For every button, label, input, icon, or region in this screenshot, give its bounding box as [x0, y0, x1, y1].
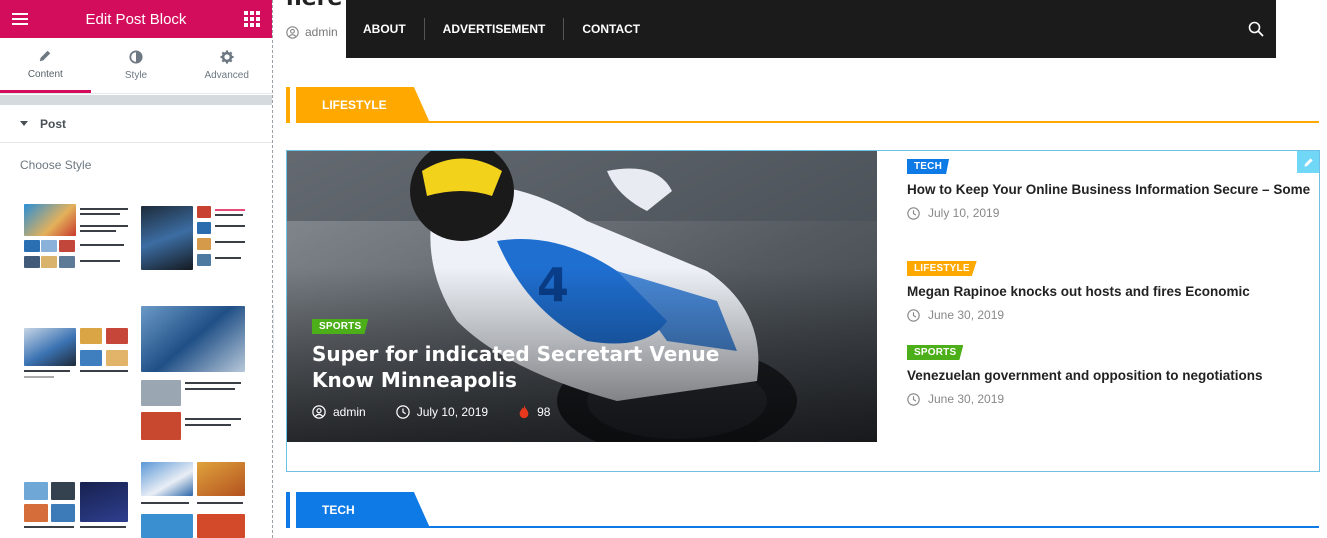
style-option-3[interactable]	[24, 328, 130, 384]
hero-post[interactable]: 4 SPORTS Super for indicated Secretart V…	[287, 151, 877, 442]
side-post-date: June 30, 2019	[928, 308, 1005, 322]
style-option-4[interactable]	[141, 306, 247, 442]
gear-icon	[220, 50, 234, 64]
tab-advanced-label: Advanced	[204, 70, 249, 81]
menu-icon[interactable]	[12, 10, 28, 28]
user-icon	[286, 25, 299, 39]
style-option-1[interactable]	[24, 204, 130, 270]
section-post-toggle[interactable]: Post	[0, 105, 272, 143]
widgets-grid-icon[interactable]	[243, 11, 260, 27]
edit-widget-button[interactable]	[1297, 151, 1319, 173]
side-post-category-badge[interactable]: SPORTS	[907, 345, 964, 360]
section-heading-lifestyle-label[interactable]: LIFESTYLE	[296, 87, 430, 123]
panel-header: Edit Post Block	[0, 0, 272, 38]
nav-advertisement[interactable]: ADVERTISEMENT	[425, 18, 565, 40]
editor-panel: Edit Post Block Content Style Advanced P…	[0, 0, 273, 538]
clock-icon	[395, 405, 410, 419]
hero-image: 4	[287, 151, 877, 442]
side-post-title[interactable]: Venezuelan government and opposition to …	[907, 367, 1312, 385]
side-post-date-row: June 30, 2019	[907, 308, 1312, 322]
flame-icon	[519, 405, 529, 419]
tab-style[interactable]: Style	[91, 38, 182, 93]
panel-title: Edit Post Block	[85, 10, 187, 28]
clock-icon	[907, 392, 920, 406]
tab-style-label: Style	[124, 70, 148, 81]
pencil-icon	[1303, 157, 1313, 167]
side-post[interactable]: LIFESTYLE Megan Rapinoe knocks out hosts…	[907, 258, 1312, 322]
tab-content-label: Content	[27, 68, 63, 80]
side-post-title[interactable]: Megan Rapinoe knocks out hosts and fires…	[907, 283, 1312, 301]
section-heading-lifestyle: LIFESTYLE	[286, 87, 1319, 123]
pencil-icon	[40, 50, 51, 61]
post-block[interactable]: 4 SPORTS Super for indicated Secretart V…	[286, 150, 1320, 472]
side-post-date: June 30, 2019	[928, 392, 1005, 406]
section-heading-tech: TECH	[286, 492, 1319, 528]
side-post-date: July 10, 2019	[928, 206, 1000, 220]
caret-down-icon	[20, 121, 28, 126]
side-post[interactable]: TECH How to Keep Your Online Business In…	[907, 156, 1312, 220]
hero-post-title[interactable]: Super for indicated Secretart Venue Know…	[312, 341, 762, 393]
tab-content[interactable]: Content	[0, 38, 91, 93]
hero-author[interactable]: admin	[333, 405, 366, 419]
top-navigation: ABOUT ADVERTISEMENT CONTACT	[346, 0, 1276, 58]
hero-category-badge[interactable]: SPORTS	[312, 319, 369, 334]
panel-tabs: Content Style Advanced	[0, 38, 272, 94]
nav-contact[interactable]: CONTACT	[564, 18, 658, 40]
hero-views: 98	[537, 405, 551, 419]
panel-divider	[0, 95, 272, 105]
clock-icon	[907, 308, 920, 322]
section-post-label: Post	[40, 116, 67, 131]
side-post-date-row: July 10, 2019	[907, 206, 1312, 220]
side-post-title[interactable]: How to Keep Your Online Business Informa…	[907, 181, 1312, 199]
previous-post-author-name[interactable]: admin	[305, 25, 338, 39]
nav-about[interactable]: ABOUT	[363, 18, 425, 40]
contrast-icon	[129, 50, 143, 64]
hero-date: July 10, 2019	[416, 405, 489, 419]
hero-post-meta: admin July 10, 2019 98	[312, 405, 550, 419]
side-post-category-badge[interactable]: TECH	[907, 159, 950, 174]
choose-style-label: Choose Style	[20, 158, 92, 172]
previous-post-author: admin	[286, 25, 338, 39]
section-heading-tech-label[interactable]: TECH	[296, 492, 430, 528]
style-option-2[interactable]	[141, 206, 247, 272]
tab-advanced[interactable]: Advanced	[181, 38, 272, 93]
style-option-5[interactable]	[24, 482, 130, 538]
user-icon	[312, 405, 326, 419]
style-option-6[interactable]	[141, 462, 247, 538]
site-preview: here s admin ABOUT ADVERTISEMENT CONTACT…	[274, 0, 1327, 538]
clock-icon	[907, 206, 920, 220]
side-post[interactable]: SPORTS Venezuelan government and opposit…	[907, 342, 1312, 406]
side-post-category-badge[interactable]: LIFESTYLE	[907, 261, 977, 276]
search-icon[interactable]	[1248, 21, 1264, 37]
side-post-date-row: June 30, 2019	[907, 392, 1312, 406]
